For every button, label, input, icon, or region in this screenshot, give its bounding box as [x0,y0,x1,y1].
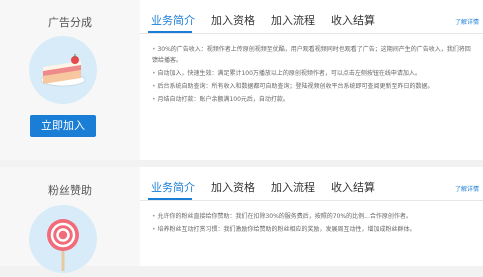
tab-qualification[interactable]: 加入资格 [211,179,255,195]
learn-more-link[interactable]: 了解详情 [455,184,479,193]
tab-settlement[interactable]: 收入结算 [331,12,375,28]
tab-qualification[interactable]: 加入资格 [211,12,255,28]
list-item: • 培养粉丝互动打赏习惯：我们激励你给赞助的粉丝相应的奖励，发展周互动性，增加成… [152,226,416,233]
cake-icon [40,54,86,87]
tab-divider [140,33,483,34]
fan-sponsor-side-panel: 粉丝赞助 [0,167,140,273]
tab-divider [140,200,483,201]
learn-more-link[interactable]: 了解详情 [455,17,479,26]
intro-bullet-list: • 允许你的粉丝直接给你赞助：我们在扣除30%的服务费后，按照的70%的比例..… [152,211,472,237]
ad-share-card: 广告分成 立即加入 业务简介 加入资格 加入流程 收入结算 了解详情 • 30%… [0,0,483,160]
list-item: • 后台系统自助查询：所有收入和数据都可自助查询；登陆视频创收平台系统即可查阅更… [152,83,434,90]
tab-business-intro[interactable]: 业务简介 [151,12,195,28]
cake-icon-circle [29,36,97,104]
lollipop-icon [47,219,79,271]
fan-sponsor-card: 粉丝赞助 业务简介 加入资格 加入流程 收入结算 了解详情 • 允许你的粉丝直接… [0,167,483,273]
lollipop-icon-circle [29,205,97,273]
ad-share-title: 广告分成 [48,16,92,29]
list-item: • 月结自动打款：账户余额满100元后，自动打款。 [152,96,289,103]
list-item: • 自动加入，快速生效：满足累计100万播放以上的原创视频作者，可以点击左侧按钮… [152,70,421,77]
tab-join-process[interactable]: 加入流程 [271,179,315,195]
list-item: • 30%的广告收入：视频作者上传原创视频至优酷，用户观看视频同时也观看了广告；… [152,46,471,64]
join-now-button[interactable]: 立即加入 [30,115,96,137]
list-item: • 允许你的粉丝直接给你赞助：我们在扣除30%的服务费后，按照的70%的比例..… [152,213,412,220]
tab-business-intro[interactable]: 业务简介 [151,179,195,195]
tab-join-process[interactable]: 加入流程 [271,12,315,28]
fan-sponsor-title: 粉丝赞助 [48,184,92,197]
tab-settlement[interactable]: 收入结算 [331,179,375,195]
active-tab-indicator [148,31,192,33]
ad-share-side-panel: 广告分成 立即加入 [0,0,140,160]
intro-bullet-list: • 30%的广告收入：视频作者上传原创视频至优酷，用户观看视频同时也观看了广告；… [152,44,472,107]
active-tab-indicator [148,198,192,200]
